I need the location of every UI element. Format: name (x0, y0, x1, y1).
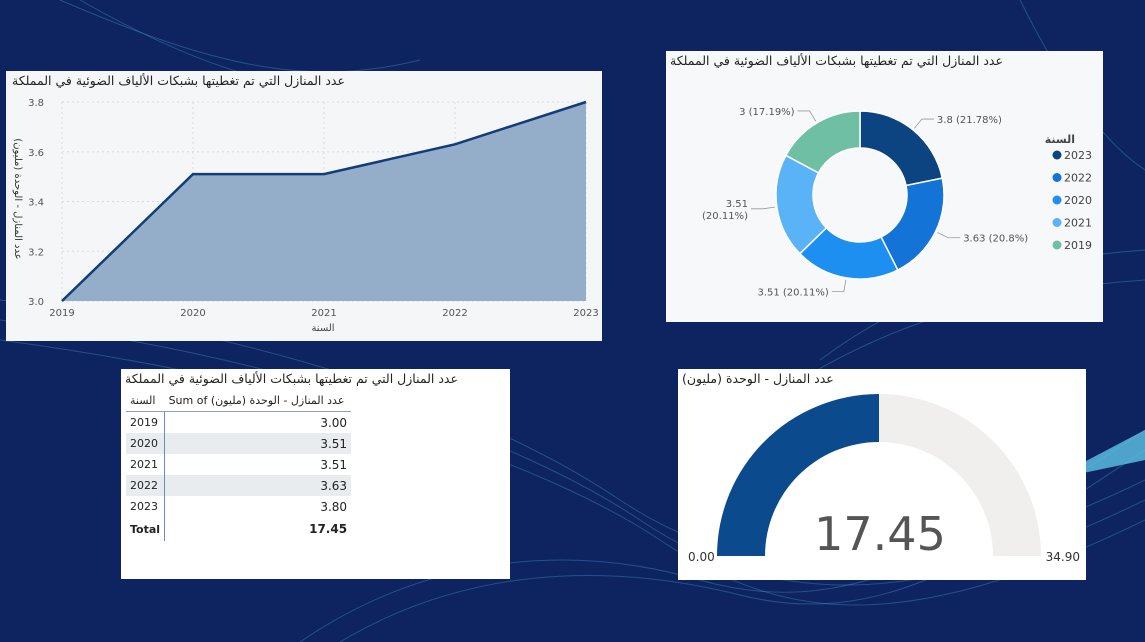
table-row: 2023 3.80 (126, 496, 351, 517)
data-label: 3.51 (20.11%) (702, 199, 748, 222)
x-tick-label: 2023 (573, 308, 598, 319)
legend-marker (1052, 195, 1062, 205)
legend-item-label[interactable]: 2021 (1064, 217, 1092, 230)
area-chart-card: عدد المنازل التي تم تغطيتها بشبكات الألي… (6, 71, 602, 341)
legend-marker (1052, 173, 1062, 182)
donut-chart-card: عدد المنازل التي تم تغطيتها بشبكات الألي… (666, 51, 1103, 322)
leader-line (937, 232, 961, 239)
legend-item-label[interactable]: 2022 (1064, 172, 1092, 185)
legend-marker (1052, 150, 1062, 160)
value-cell: 3.51 (164, 433, 352, 454)
year-cell: 2023 (126, 496, 166, 517)
donut-chart: 3.8 (21.78%) 3.63 (20.8%) 3.51 (20.11%) 3.5… (702, 107, 1092, 299)
value-cell: 3.80 (320, 499, 348, 514)
data-label: 3.63 (20.8%) (963, 234, 1028, 245)
gauge-min: 0.00 (688, 550, 715, 564)
value-cell: 3.51 (320, 457, 348, 472)
year-cell: 2019 (126, 411, 166, 433)
leader-line (914, 118, 934, 129)
year-cell: 2020 (126, 433, 166, 454)
table-title: عدد المنازل التي تم تغطيتها بشبكات الألي… (125, 371, 458, 386)
table-row: 2022 3.63 (126, 475, 352, 496)
table-row: 2020 3.51 (126, 433, 352, 454)
legend-item-label[interactable]: 2023 (1064, 149, 1092, 162)
legend-marker (1052, 240, 1062, 250)
y-tick-label: 3.0 (28, 297, 44, 308)
value-cell: 3.63 (164, 475, 352, 496)
x-axis-label: السنة (311, 323, 334, 334)
table-row: 2019 3.00 (126, 411, 351, 433)
x-tick-label: 2022 (442, 308, 467, 319)
table-total-row: Total 17.45 (126, 517, 351, 541)
total-label: Total (126, 517, 166, 541)
data-label: 3 (17.19%) (739, 107, 795, 118)
gauge-card: عدد المنازل - الوحدة (مليون) 17.45 0.00 … (678, 369, 1086, 580)
x-tick-label: 2019 (49, 308, 74, 319)
leader-line (831, 279, 847, 293)
year-cell: 2021 (126, 454, 166, 475)
column-header-year[interactable]: السنة (126, 391, 165, 412)
area-series-fill (62, 102, 586, 301)
x-tick-label: 2021 (311, 308, 336, 319)
y-tick-label: 3.6 (28, 148, 44, 159)
area-chart: 3.0 3.2 3.4 3.6 3.8 2019 2020 2021 2022 2023 الس… (12, 98, 599, 334)
data-table: السنة Sum of عدد المنازل - الوحدة (مليون… (126, 391, 352, 541)
gauge-max: 34.90 (1046, 550, 1080, 564)
legend-title: السنة (1045, 133, 1075, 146)
y-tick-label: 3.2 (28, 247, 44, 258)
x-tick-label: 2020 (180, 308, 205, 319)
data-label: 3.51 (20.11%) (757, 288, 828, 299)
table-row: 2021 3.51 (126, 454, 351, 475)
value-cell: 3.00 (320, 415, 348, 430)
year-cell: 2022 (126, 475, 166, 496)
data-label: 3.8 (21.78%) (937, 115, 1002, 126)
legend-item-label[interactable]: 2020 (1064, 194, 1092, 207)
donut-slice-2023[interactable] (859, 110, 944, 187)
gauge-chart: 17.45 0.00 34.90 (688, 394, 1080, 564)
leader-line (750, 206, 775, 210)
legend-marker (1052, 218, 1062, 227)
table-card: عدد المنازل التي تم تغطيتها بشبكات الألي… (121, 369, 510, 579)
total-value: 17.45 (309, 522, 348, 536)
y-tick-label: 3.8 (28, 98, 44, 109)
legend-item-label[interactable]: 2019 (1064, 239, 1092, 252)
leader-line (797, 110, 817, 122)
y-axis-label: عدد المنازل - الوحدة (مليون) (12, 138, 23, 259)
y-tick-label: 3.4 (28, 198, 44, 209)
column-header-value[interactable]: Sum of عدد المنازل - الوحدة (مليون) (164, 391, 352, 412)
gauge-value: 17.45 (814, 507, 946, 561)
